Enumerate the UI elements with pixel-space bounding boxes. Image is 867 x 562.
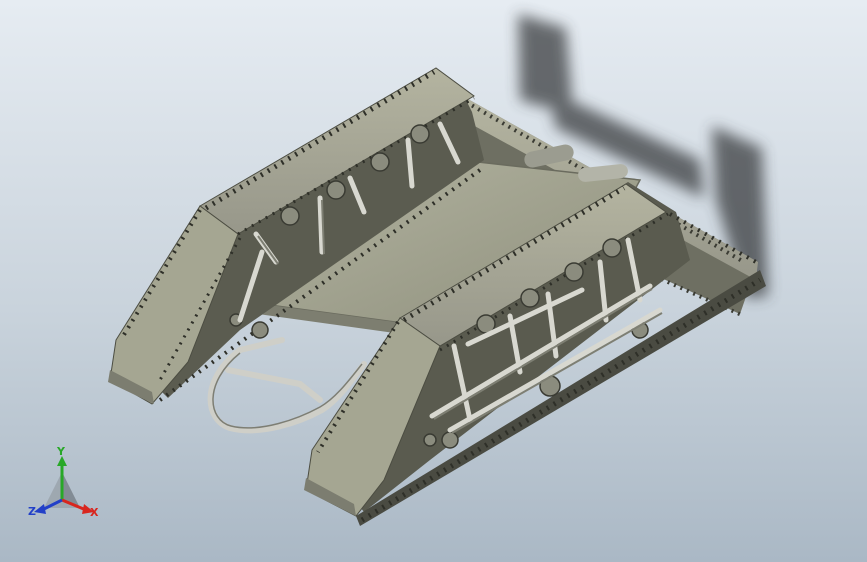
triad-graphic <box>34 456 94 514</box>
triad-x-label: X <box>90 506 99 519</box>
triad-z-label: Z <box>28 505 36 518</box>
triad-y-label: Y <box>57 445 65 458</box>
tracked-robot-model[interactable] <box>0 0 867 562</box>
cad-viewport[interactable]: Y X Z <box>0 0 867 562</box>
